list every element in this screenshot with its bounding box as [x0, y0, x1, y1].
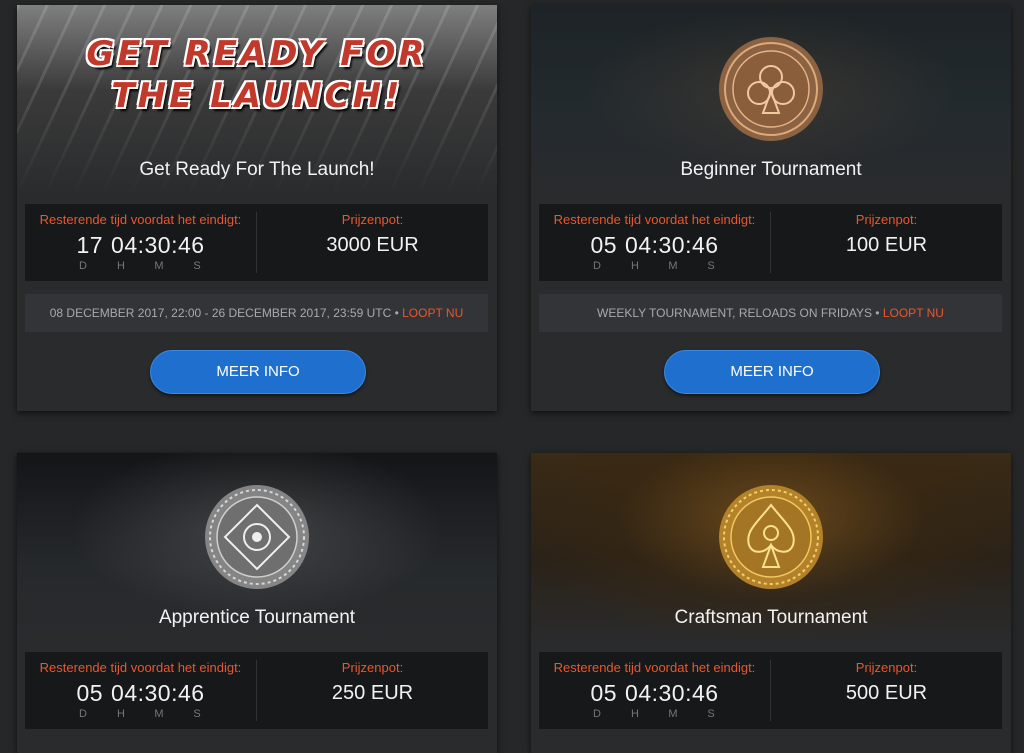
countdown-days: 05: [590, 232, 618, 258]
headline-line-2: THE LAUNCH!: [111, 76, 403, 116]
info-box: Resterende tijd voordat het eindigt: 05 0…: [539, 652, 1002, 729]
tournament-card-launch: GET READY FOR THE LAUNCH! Get Ready For …: [17, 5, 497, 411]
info-box: Resterende tijd voordat het eindigt: 05 0…: [539, 204, 1002, 281]
card-title: Beginner Tournament: [680, 159, 862, 180]
unit-minutes: M: [154, 708, 165, 720]
countdown-section: Resterende tijd voordat het eindigt: 17 0…: [25, 204, 256, 281]
club-emblem-icon: [719, 37, 823, 141]
time-label: Resterende tijd voordat het eindigt:: [553, 660, 756, 675]
countdown-clock: 04:30:46: [625, 232, 719, 258]
countdown-days: 17: [76, 232, 104, 258]
prize-label: Prijzenpot:: [341, 212, 404, 227]
schedule-text: 08 DECEMBER 2017, 22:00 - 26 DECEMBER 20…: [49, 306, 392, 320]
card-title: Apprentice Tournament: [158, 607, 356, 628]
more-info-button[interactable]: MEER INFO: [150, 350, 366, 394]
time-label: Resterende tijd voordat het eindigt:: [39, 212, 242, 227]
countdown-clock: 04:30:46: [625, 680, 719, 706]
card-title: Craftsman Tournament: [674, 607, 868, 628]
countdown-timer: 17 04:30:46: [25, 232, 256, 259]
unit-seconds: S: [193, 260, 202, 272]
prize-value: 100 EUR: [845, 234, 928, 256]
diamond-emblem-icon: [205, 485, 309, 589]
status-running: LOOPT NU: [402, 306, 464, 320]
schedule-note: WEEKLY TOURNAMENT, RELOADS ON FRIDAYS • …: [539, 294, 1002, 332]
countdown-section: Resterende tijd voordat het eindigt: 05 0…: [539, 652, 770, 729]
unit-minutes: M: [668, 260, 679, 272]
prize-label: Prijzenpot:: [855, 212, 918, 227]
card-title: Get Ready For The Launch!: [139, 159, 375, 180]
countdown-units: DHMS: [25, 260, 256, 272]
launch-headline: GET READY FOR THE LAUNCH!: [17, 33, 497, 117]
status-running: LOOPT NU: [882, 306, 944, 320]
unit-hours: H: [631, 708, 640, 720]
unit-hours: H: [117, 708, 126, 720]
time-label: Resterende tijd voordat het eindigt:: [553, 212, 756, 227]
unit-hours: H: [631, 260, 640, 272]
unit-seconds: S: [193, 708, 202, 720]
tournament-card-beginner: Beginner Tournament Resterende tijd voor…: [531, 5, 1011, 411]
unit-hours: H: [117, 260, 126, 272]
prize-value: 250 EUR: [331, 682, 414, 704]
info-box: Resterende tijd voordat het eindigt: 05 0…: [25, 652, 488, 729]
unit-days: D: [593, 260, 602, 272]
countdown-timer: 05 04:30:46: [539, 232, 770, 259]
prize-label: Prijzenpot:: [341, 660, 404, 675]
tournament-card-apprentice: Apprentice Tournament Resterende tijd vo…: [17, 453, 497, 753]
countdown-days: 05: [76, 680, 104, 706]
schedule-note: 08 DECEMBER 2017, 22:00 - 26 DECEMBER 20…: [25, 294, 488, 332]
countdown-days: 05: [590, 680, 618, 706]
unit-minutes: M: [154, 260, 165, 272]
time-label: Resterende tijd voordat het eindigt:: [39, 660, 242, 675]
countdown-timer: 05 04:30:46: [25, 680, 256, 707]
spade-emblem-icon: [719, 485, 823, 589]
countdown-timer: 05 04:30:46: [539, 680, 770, 707]
prize-value: 500 EUR: [845, 682, 928, 704]
countdown-section: Resterende tijd voordat het eindigt: 05 0…: [539, 204, 770, 281]
info-box: Resterende tijd voordat het eindigt: 17 0…: [25, 204, 488, 281]
tournament-card-craftsman: Craftsman Tournament Resterende tijd voo…: [531, 453, 1011, 753]
countdown-section: Resterende tijd voordat het eindigt: 05 0…: [25, 652, 256, 729]
countdown-units: DHMS: [539, 708, 770, 720]
more-info-button[interactable]: MEER INFO: [664, 350, 880, 394]
prize-section: Prijzenpot: 250 EUR: [257, 652, 488, 729]
countdown-units: DHMS: [25, 708, 256, 720]
unit-seconds: S: [707, 708, 716, 720]
unit-days: D: [79, 260, 88, 272]
prize-value: 3000 EUR: [326, 234, 419, 256]
countdown-clock: 04:30:46: [111, 232, 205, 258]
unit-minutes: M: [668, 708, 679, 720]
prize-section: Prijzenpot: 100 EUR: [771, 204, 1002, 281]
prize-section: Prijzenpot: 500 EUR: [771, 652, 1002, 729]
countdown-units: DHMS: [539, 260, 770, 272]
unit-days: D: [79, 708, 88, 720]
unit-days: D: [593, 708, 602, 720]
countdown-clock: 04:30:46: [111, 680, 205, 706]
prize-section: Prijzenpot: 3000 EUR: [257, 204, 488, 281]
prize-label: Prijzenpot:: [855, 660, 918, 675]
unit-seconds: S: [707, 260, 716, 272]
headline-line-1: GET READY FOR: [86, 34, 428, 74]
schedule-text: WEEKLY TOURNAMENT, RELOADS ON FRIDAYS: [597, 306, 872, 320]
